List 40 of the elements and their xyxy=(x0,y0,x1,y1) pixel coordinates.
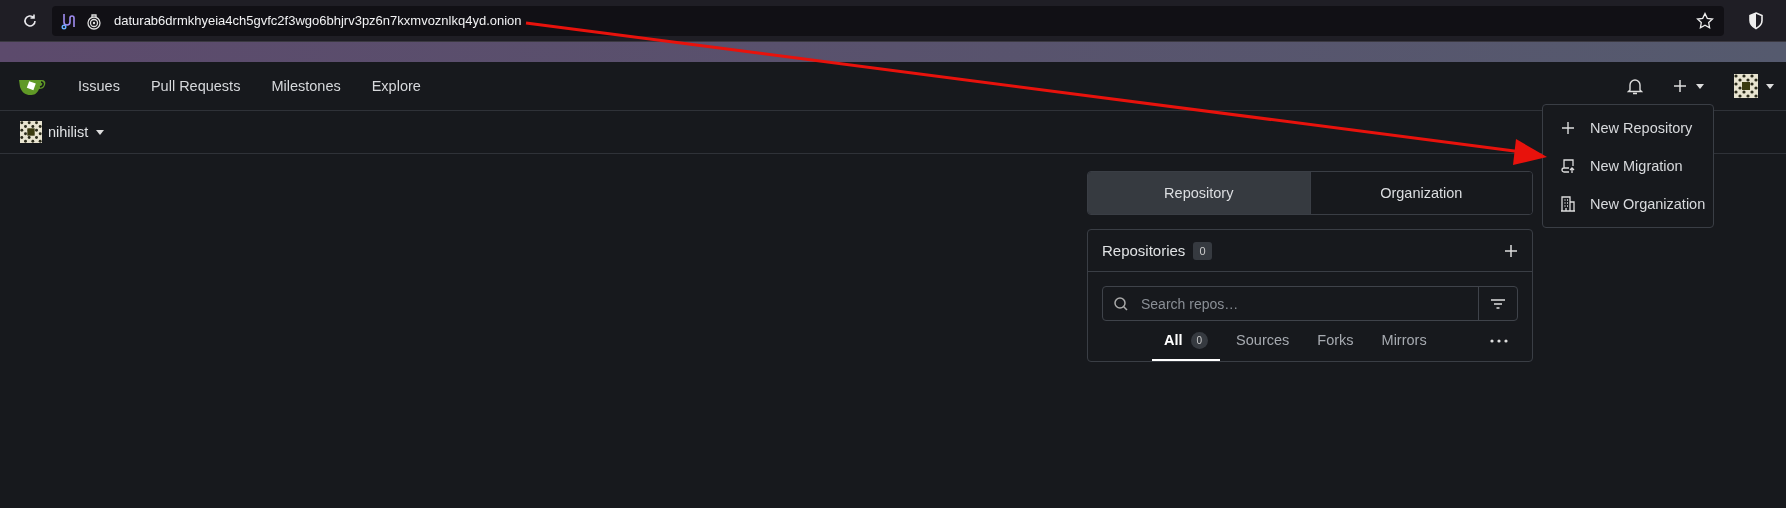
caret-icon xyxy=(1696,83,1704,89)
avatar-icon[interactable] xyxy=(20,121,42,143)
search-field[interactable]: Search repos… xyxy=(1139,294,1478,313)
more-icon[interactable] xyxy=(1490,339,1508,343)
caret-icon[interactable] xyxy=(1766,83,1774,89)
plus-icon xyxy=(1673,79,1687,93)
count-badge: 0 xyxy=(1193,241,1212,260)
dashboard-tab[interactable]: Organization xyxy=(1309,172,1532,214)
shield-icon[interactable] xyxy=(1748,11,1764,30)
nav-link[interactable]: Issues xyxy=(78,78,120,94)
dashboard-tab[interactable]: Repository xyxy=(1088,172,1310,214)
menu-item[interactable]: New Repository xyxy=(1543,109,1713,147)
caret-icon[interactable] xyxy=(96,129,105,135)
onion-icon[interactable] xyxy=(86,11,102,30)
address-bar[interactable]: daturab6drmkhyeia4ch5gvfc2f3wgo6bhjrv3pz6n7kxmvoznlkq4yd.onion xyxy=(52,5,1724,36)
filter-tab[interactable]: Forks xyxy=(1305,321,1366,361)
star-icon[interactable] xyxy=(1696,11,1714,30)
filter-tab[interactable]: Sources xyxy=(1224,321,1302,361)
avatar-icon[interactable] xyxy=(1734,74,1758,98)
search-icon xyxy=(1113,295,1129,312)
repos-title: Repositories xyxy=(1102,242,1186,259)
menu-item[interactable]: New Migration xyxy=(1543,147,1713,185)
repo-push-icon xyxy=(1560,158,1576,174)
bell-icon[interactable] xyxy=(1627,77,1643,95)
nav-link[interactable]: Milestones xyxy=(271,78,341,94)
filter-tab[interactable]: Mirrors xyxy=(1369,321,1439,361)
context-user[interactable]: nihilist xyxy=(48,124,89,140)
reload-icon[interactable] xyxy=(22,12,38,29)
nav-link[interactable]: Pull Requests xyxy=(150,78,241,94)
plus-icon[interactable] xyxy=(1504,243,1518,258)
nav-link[interactable]: Explore xyxy=(371,78,421,94)
circuit-icon[interactable] xyxy=(60,11,76,30)
plus-icon xyxy=(1560,120,1576,136)
building-icon xyxy=(1560,196,1576,212)
filter-icon xyxy=(1490,297,1506,310)
url-text: daturab6drmkhyeia4ch5gvfc2f3wgo6bhjrv3pz6n7kxmvoznlkq4yd.onion xyxy=(114,13,522,28)
search-bar[interactable]: Search repos… xyxy=(1102,286,1518,321)
filter-tab[interactable]: All 0 xyxy=(1152,321,1221,361)
menu-item[interactable]: New Organization xyxy=(1543,185,1713,223)
create-button[interactable] xyxy=(1673,79,1704,93)
